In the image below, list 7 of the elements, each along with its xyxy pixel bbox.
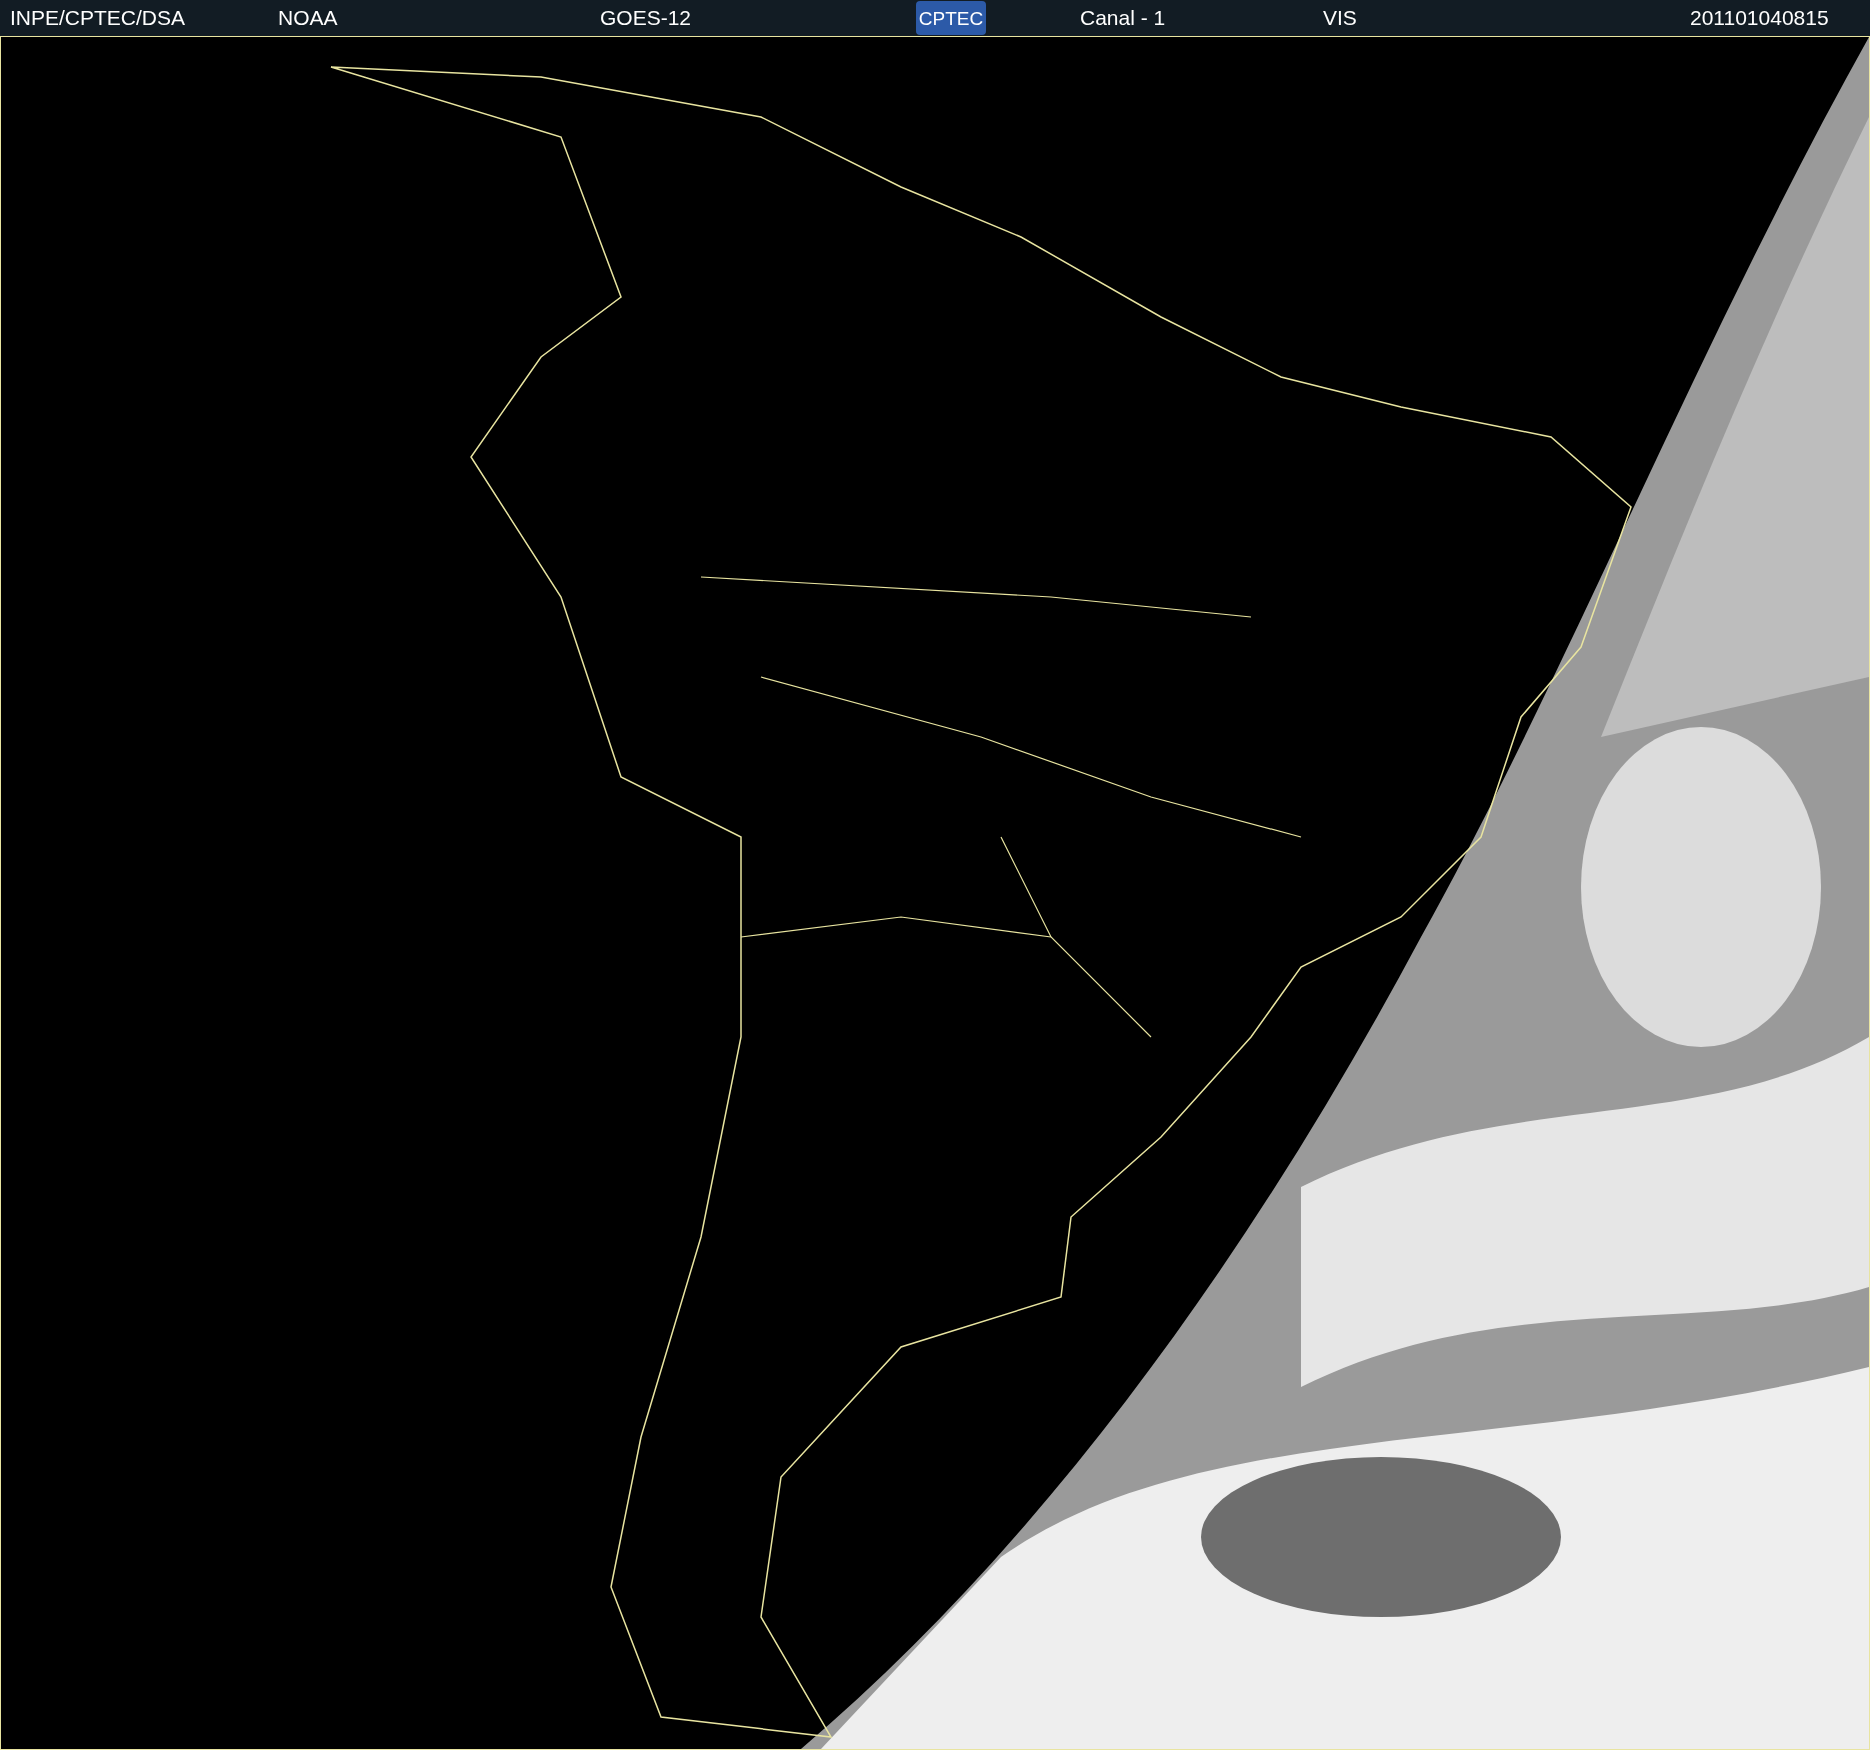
header-label: VIS [1323, 6, 1357, 30]
header-label: INPE/CPTEC/DSA [10, 6, 186, 30]
logo: CPTEC [916, 1, 986, 35]
header-label: NOAA [278, 6, 338, 30]
header-label: Canal - 1 [1080, 6, 1166, 30]
header-label: GOES-12 [600, 6, 692, 30]
header-label: 201101040815 [1690, 6, 1829, 30]
